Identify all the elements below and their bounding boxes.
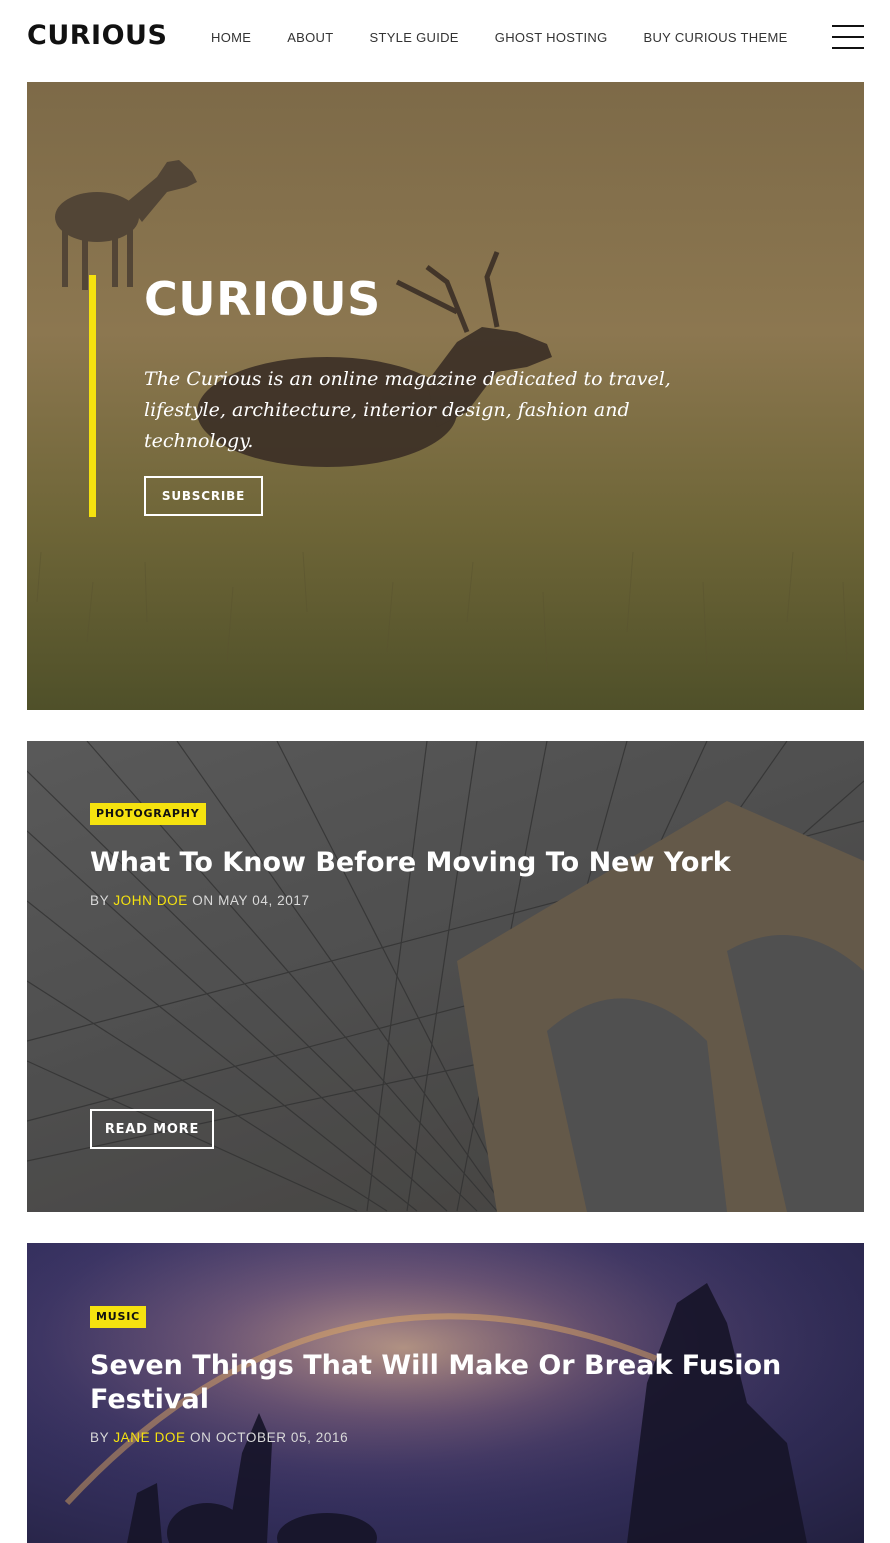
post-category-tag[interactable]: PHOTOGRAPHY [90,803,206,825]
post-date: MAY 04, 2017 [218,893,310,908]
post-meta-on: ON [190,1430,212,1445]
hero-title: CURIOUS [144,272,381,326]
post-meta: BY JANE DOE ON OCTOBER 05, 2016 [90,1430,348,1445]
nav-style-guide[interactable]: STYLE GUIDE [370,30,459,45]
nav-about[interactable]: ABOUT [287,30,333,45]
hamburger-line [832,47,864,49]
read-more-button[interactable]: READ MORE [90,1109,214,1149]
post-author-link[interactable]: JOHN DOE [113,893,188,908]
main-nav: HOME ABOUT STYLE GUIDE GHOST HOSTING BUY… [211,30,788,45]
subscribe-button[interactable]: SUBSCRIBE [144,476,263,516]
hero-accent-bar [89,275,96,517]
hamburger-line [832,36,864,38]
post-card[interactable]: MUSIC Seven Things That Will Make Or Bre… [27,1243,864,1543]
nav-buy-curious-theme[interactable]: BUY CURIOUS THEME [644,30,788,45]
nav-ghost-hosting[interactable]: GHOST HOSTING [495,30,608,45]
site-logo[interactable]: CURIOUS [27,20,167,51]
post-author-link[interactable]: JANE DOE [113,1430,185,1445]
post-category-tag[interactable]: MUSIC [90,1306,146,1328]
post-meta-by: BY [90,1430,109,1445]
hamburger-line [832,25,864,27]
hero-section: CURIOUS The Curious is an online magazin… [27,82,864,710]
post-title[interactable]: Seven Things That Will Make Or Break Fus… [90,1349,790,1417]
post-card[interactable]: PHOTOGRAPHY What To Know Before Moving T… [27,741,864,1212]
post-meta-on: ON [192,893,214,908]
post-title[interactable]: What To Know Before Moving To New York [90,846,790,880]
hero-description: The Curious is an online magazine dedica… [144,368,671,452]
post-date: OCTOBER 05, 2016 [215,1430,349,1445]
post-meta: BY JOHN DOE ON MAY 04, 2017 [90,893,310,908]
nav-home[interactable]: HOME [211,30,251,45]
site-header: CURIOUS HOME ABOUT STYLE GUIDE GHOST HOS… [0,0,890,78]
post-meta-by: BY [90,893,109,908]
hamburger-menu-icon[interactable] [832,25,864,49]
